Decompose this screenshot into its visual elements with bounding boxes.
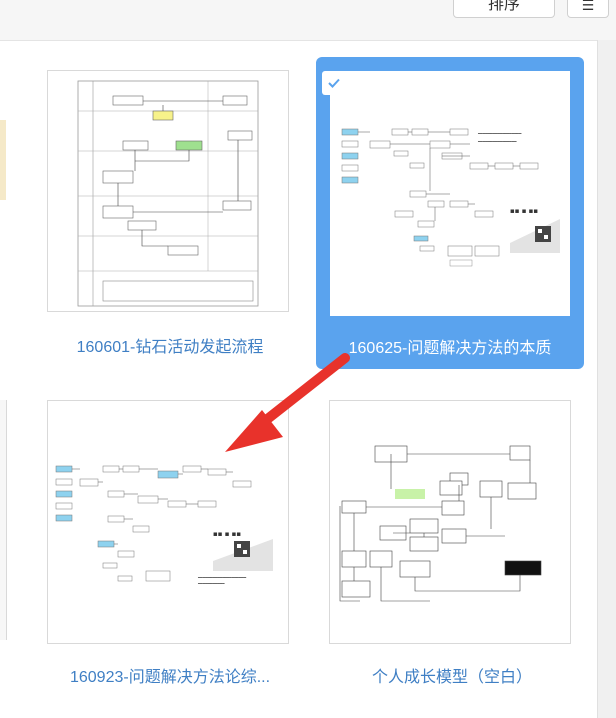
partial-thumbnail-left-top[interactable] bbox=[0, 120, 6, 200]
top-toolbar: 排序 ☰ bbox=[0, 0, 616, 41]
file-thumbnail: ▪▪ ▪ ▪▪ ━━━━━━━━━━━━━━━━━━━━ ━━━━━━━━━━━ bbox=[47, 400, 289, 644]
svg-text:━━━━━━━━━━━: ━━━━━━━━━━━ bbox=[197, 581, 225, 586]
svg-text:━━━━━━━━━━━━━━━━: ━━━━━━━━━━━━━━━━ bbox=[477, 139, 517, 144]
selected-checkmark[interactable] bbox=[322, 71, 346, 95]
partial-thumbnail-left-bottom[interactable] bbox=[0, 400, 7, 640]
sort-button[interactable]: 排序 bbox=[453, 0, 555, 18]
svg-text:▪▪ ▪ ▪▪: ▪▪ ▪ ▪▪ bbox=[213, 530, 241, 538]
svg-text:▪▪ ▪ ▪▪: ▪▪ ▪ ▪▪ bbox=[510, 207, 538, 215]
file-card[interactable]: 个人成长模型（空白） bbox=[322, 395, 582, 695]
file-name[interactable]: 160923-问题解决方法论综... bbox=[40, 663, 300, 687]
file-thumbnail: ━━━━━━━━━━━━━━━━━━ ━━━━━━━━━━━━━━━━ ▪▪ ▪… bbox=[330, 71, 570, 316]
flowchart-preview-1 bbox=[77, 80, 259, 307]
file-card-selected[interactable]: ━━━━━━━━━━━━━━━━━━ ━━━━━━━━━━━━━━━━ ▪▪ ▪… bbox=[316, 57, 584, 369]
flowchart-preview-3: ▪▪ ▪ ▪▪ ━━━━━━━━━━━━━━━━━━━━ ━━━━━━━━━━━ bbox=[55, 465, 273, 586]
checkmark-icon bbox=[328, 78, 340, 88]
vertical-scrollbar[interactable] bbox=[597, 40, 616, 718]
svg-text:━━━━━━━━━━━━━━━━━━: ━━━━━━━━━━━━━━━━━━ bbox=[477, 131, 522, 136]
list-view-icon: ☰ bbox=[581, 0, 595, 13]
file-thumbnail bbox=[47, 70, 289, 312]
flowchart-preview-2: ━━━━━━━━━━━━━━━━━━ ━━━━━━━━━━━━━━━━ ▪▪ ▪… bbox=[341, 128, 560, 267]
flowchart-preview-4 bbox=[339, 445, 542, 602]
file-card[interactable]: ▪▪ ▪ ▪▪ ━━━━━━━━━━━━━━━━━━━━ ━━━━━━━━━━━… bbox=[40, 395, 300, 695]
file-card[interactable]: 160601-钻石活动发起流程 bbox=[40, 65, 300, 365]
file-thumbnail bbox=[329, 400, 571, 644]
list-view-button[interactable]: ☰ bbox=[567, 0, 609, 18]
file-name[interactable]: 160625-问题解决方法的本质 bbox=[316, 334, 584, 358]
file-name[interactable]: 个人成长模型（空白） bbox=[322, 663, 582, 687]
file-name[interactable]: 160601-钻石活动发起流程 bbox=[40, 333, 300, 357]
svg-text:━━━━━━━━━━━━━━━━━━━━: ━━━━━━━━━━━━━━━━━━━━ bbox=[197, 575, 247, 580]
